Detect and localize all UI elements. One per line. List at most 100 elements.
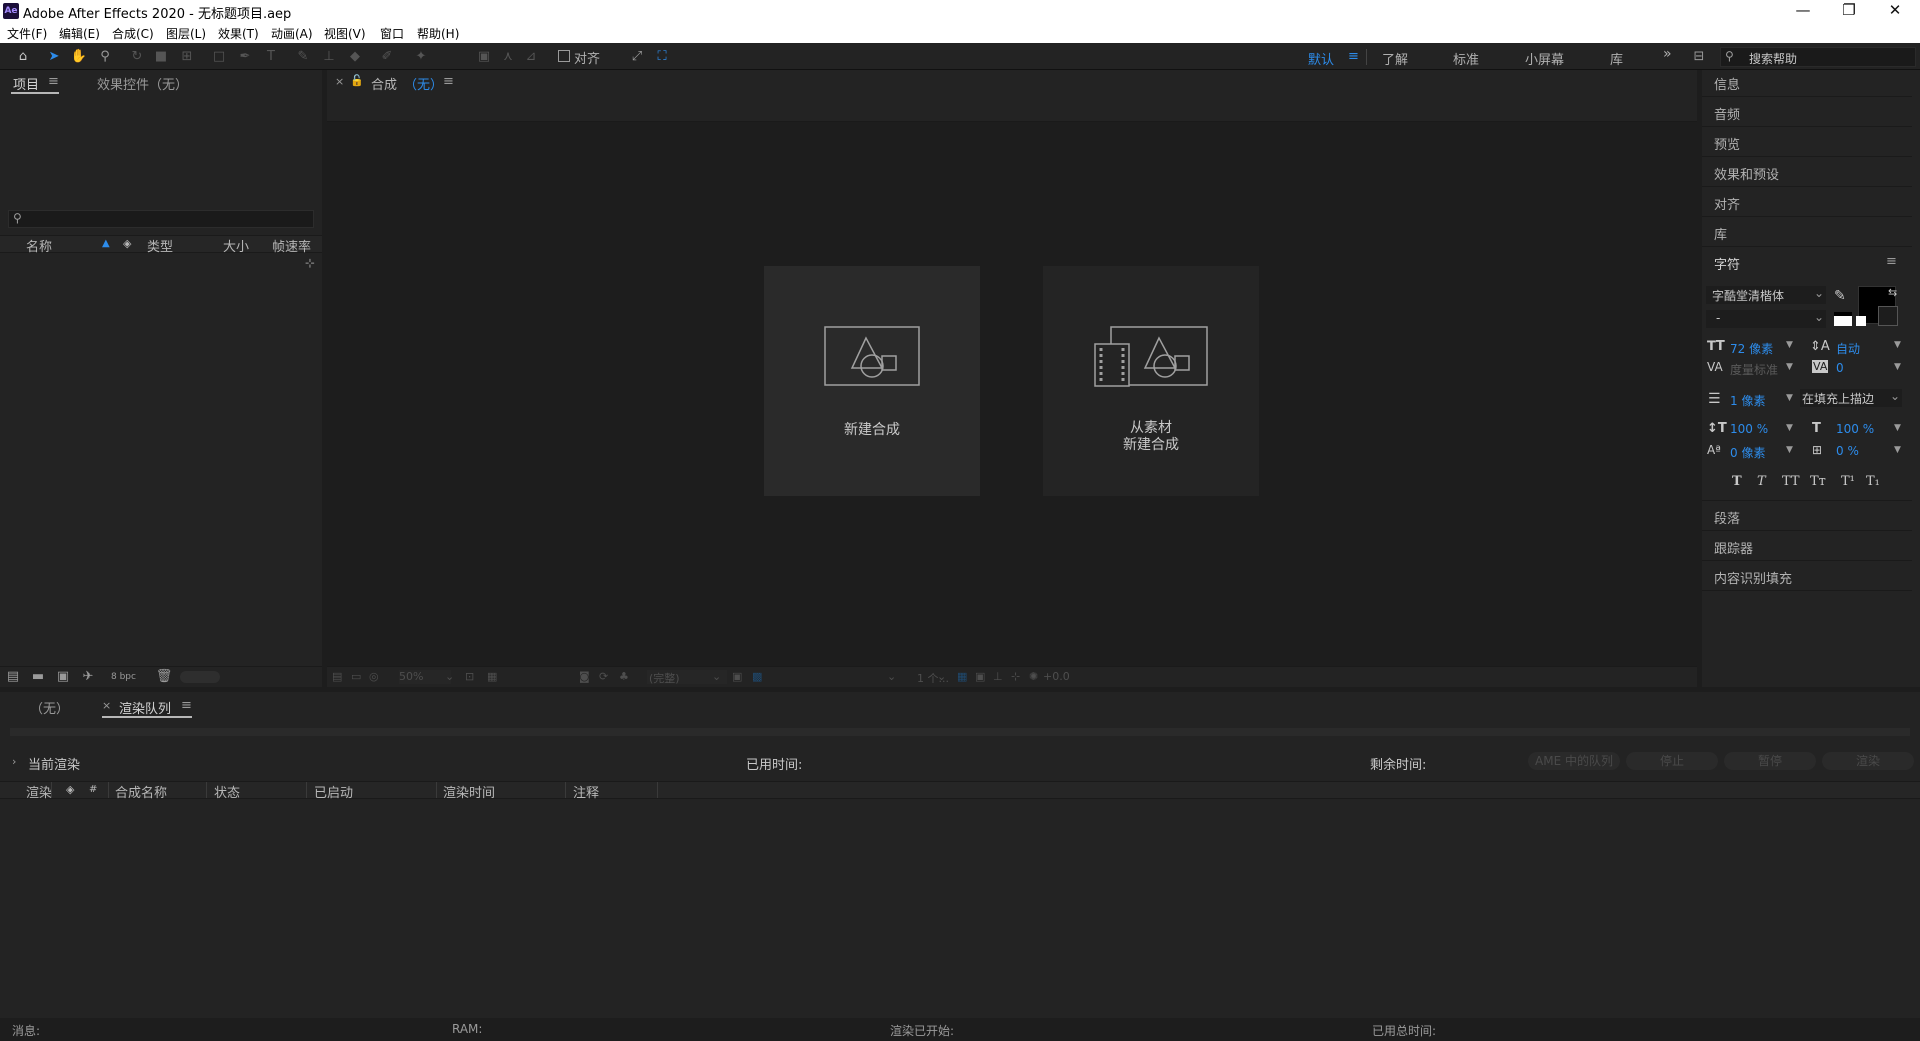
stroke-width-value[interactable]: 1 像素 <box>1730 392 1765 409</box>
queue-in-ame-button[interactable]: AME 中的队列 <box>1528 752 1620 770</box>
column-comp-name[interactable]: 合成名称 <box>115 782 167 801</box>
interpret-footage-icon[interactable]: ▤ <box>4 668 22 686</box>
column-number[interactable]: # <box>89 784 97 795</box>
all-caps-button[interactable]: TT <box>1782 474 1800 489</box>
close-tab-icon[interactable]: × <box>102 699 111 712</box>
chevron-down-icon[interactable]: ▼ <box>1894 340 1901 350</box>
eyedropper-icon[interactable]: ✎ <box>1834 288 1846 304</box>
pan-behind-tool-icon[interactable]: ⊞ <box>178 48 196 66</box>
label-tag-icon[interactable]: ◈ <box>123 237 131 250</box>
fast-preview-icon[interactable]: ▣ <box>975 670 985 683</box>
close-tab-icon[interactable]: × <box>335 75 344 88</box>
monitor-icon[interactable]: ▭ <box>351 670 361 683</box>
character-menu-icon[interactable]: ≡ <box>1886 254 1897 269</box>
panel-libraries[interactable]: 库 <box>1714 224 1727 243</box>
clone-stamp-tool-icon[interactable]: ⊥ <box>320 48 338 66</box>
show-snapshot-icon[interactable]: ⟳ <box>599 670 608 683</box>
snap-option-2-icon[interactable]: ⋏ <box>499 48 517 66</box>
project-menu-icon[interactable]: ≡ <box>48 74 59 89</box>
stroke-type-dropdown[interactable]: 在填充上描边 ⌄ <box>1800 389 1902 407</box>
menu-layer[interactable]: 图层(L) <box>166 25 206 42</box>
column-frame-rate[interactable]: 帧速率 <box>272 236 311 255</box>
panel-info[interactable]: 信息 <box>1714 74 1740 93</box>
snap-option-icon[interactable]: ▣ <box>475 48 493 66</box>
composition-tab-value[interactable]: （无） <box>404 74 443 93</box>
flowchart-icon[interactable]: ⊹ <box>305 256 315 270</box>
home-icon[interactable]: ⌂ <box>14 48 32 66</box>
faux-italic-button[interactable]: T <box>1757 474 1766 489</box>
workspace-standard[interactable]: 标准 <box>1453 49 1479 68</box>
font-style-dropdown[interactable]: - ⌄ <box>1706 310 1826 328</box>
rotate-tool-icon[interactable]: ↻ <box>128 48 146 66</box>
column-started[interactable]: 已启动 <box>314 782 353 801</box>
stroke-swatch-white[interactable] <box>1834 312 1852 326</box>
menu-effect[interactable]: 效果(T) <box>218 25 259 42</box>
panel-paragraph[interactable]: 段落 <box>1714 508 1740 527</box>
column-size[interactable]: 大小 <box>223 236 249 255</box>
tracking-value[interactable]: 0 <box>1836 361 1844 375</box>
font-family-dropdown[interactable]: 字酷堂清楷体 ⌄ <box>1706 286 1826 304</box>
chevron-down-icon[interactable]: ▼ <box>1894 445 1901 455</box>
vr-icon[interactable]: ◎ <box>369 670 379 683</box>
menu-animation[interactable]: 动画(A) <box>271 25 313 42</box>
delete-icon[interactable]: 🗑 <box>155 668 173 686</box>
panel-align[interactable]: 对齐 <box>1714 194 1740 213</box>
new-comp-from-footage-card[interactable]: 从素材 新建合成 <box>1043 266 1259 496</box>
new-folder-icon[interactable]: ▬ <box>29 668 47 686</box>
tab-render-queue[interactable]: 渲染队列 <box>119 698 171 717</box>
eraser-tool-icon[interactable]: ◆ <box>346 48 364 66</box>
exposure-value[interactable]: +0.0 <box>1043 670 1070 683</box>
selection-tool-icon[interactable]: ➤ <box>45 48 63 66</box>
kerning-value[interactable]: 度量标准 <box>1730 361 1778 378</box>
panel-tracker[interactable]: 跟踪器 <box>1714 538 1753 557</box>
snap-box-icon[interactable]: ⛶ <box>653 48 671 66</box>
color-channel-icon[interactable]: ♣ <box>619 670 629 683</box>
snapshot-icon[interactable]: ◙ <box>579 670 590 683</box>
stop-button[interactable]: 停止 <box>1626 752 1718 770</box>
chevron-right-icon[interactable]: › <box>12 755 16 768</box>
rectangle-tool-icon[interactable]: □ <box>210 48 228 66</box>
text-tool-icon[interactable]: T <box>262 48 280 66</box>
swap-colors-icon[interactable]: ⇆ <box>1888 286 1897 299</box>
workspace-learn[interactable]: 了解 <box>1382 49 1408 68</box>
pen-tool-icon[interactable]: ✒ <box>236 48 254 66</box>
chevron-down-icon[interactable]: ▼ <box>1786 445 1793 455</box>
superscript-button[interactable]: T¹ <box>1841 474 1855 489</box>
toggle-pixel-aspect-icon[interactable]: ▦ <box>957 670 967 683</box>
workspace-libraries[interactable]: 库 <box>1610 49 1623 68</box>
always-preview-icon[interactable]: ▤ <box>332 670 342 683</box>
render-button[interactable]: 渲染 <box>1822 752 1914 770</box>
workspace-overflow-icon[interactable]: » <box>1663 46 1672 62</box>
chevron-down-icon[interactable]: ▼ <box>1786 340 1793 350</box>
stroke-color-swatch[interactable] <box>1878 306 1898 326</box>
chevron-down-icon[interactable]: ▼ <box>1894 362 1901 372</box>
snap-arrow-icon[interactable]: ⤢ <box>628 48 646 66</box>
chevron-down-icon[interactable]: ▼ <box>1786 362 1793 372</box>
workspace-small-screen[interactable]: 小屏幕 <box>1525 49 1564 68</box>
chevron-down-icon[interactable]: ▼ <box>1894 423 1901 433</box>
leading-value[interactable]: 自动 <box>1836 340 1860 357</box>
exposure-icon[interactable]: ✺ <box>1029 670 1038 683</box>
menu-window[interactable]: 窗口 <box>380 25 404 42</box>
panel-audio[interactable]: 音频 <box>1714 104 1740 123</box>
bit-depth-label[interactable]: 8 bpc <box>111 672 136 682</box>
new-composition-card[interactable]: 新建合成 <box>764 266 980 496</box>
vertical-scale-value[interactable]: 100 % <box>1730 422 1768 436</box>
project-search-input[interactable]: ⚲ <box>8 210 314 228</box>
flowchart-icon[interactable]: ⊹ <box>1011 670 1020 683</box>
workspace-toggle-icon[interactable]: ⊟ <box>1690 48 1708 66</box>
zoom-tool-icon[interactable]: ⚲ <box>96 48 114 66</box>
column-render[interactable]: 渲染 <box>26 782 52 801</box>
chevron-down-icon[interactable]: ▼ <box>1786 423 1793 433</box>
lock-icon[interactable]: 🔓 <box>350 74 364 87</box>
column-render-time[interactable]: 渲染时间 <box>443 782 495 801</box>
small-caps-button[interactable]: Tт <box>1810 474 1826 489</box>
horizontal-scale-value[interactable]: 100 % <box>1836 422 1874 436</box>
brush-tool-icon[interactable]: ✎ <box>294 48 312 66</box>
panel-preview[interactable]: 预览 <box>1714 134 1740 153</box>
menu-edit[interactable]: 编辑(E) <box>59 25 100 42</box>
menu-file[interactable]: 文件(F) <box>7 25 47 42</box>
panel-effects-presets[interactable]: 效果和预设 <box>1714 164 1779 183</box>
baseline-shift-value[interactable]: 0 像素 <box>1730 444 1765 461</box>
snap-option-3-icon[interactable]: ⊿ <box>522 48 540 66</box>
